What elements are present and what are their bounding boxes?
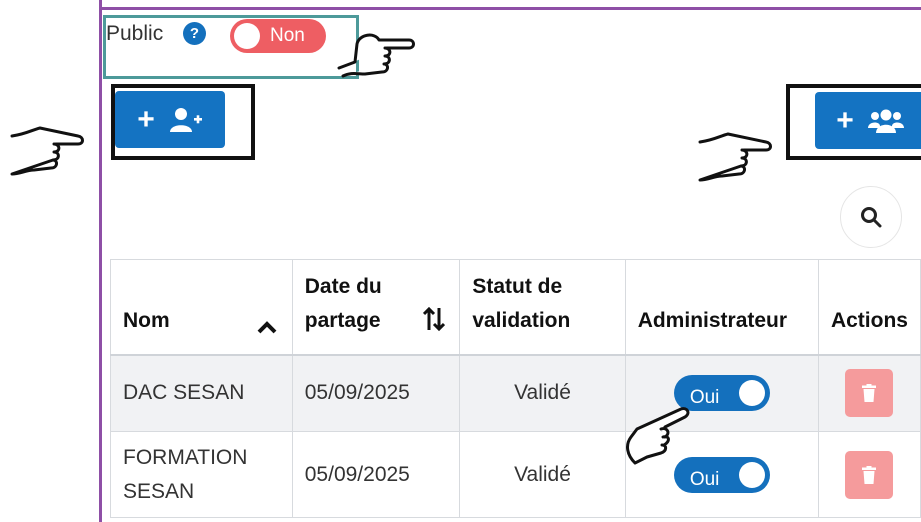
table-row: FORMATION SESAN 05/09/2025 Validé Oui [110,431,921,518]
cell-nom: FORMATION SESAN [110,431,293,518]
cell-date: 05/09/2025 [291,431,461,518]
pointing-hand-icon [626,407,690,465]
sort-up-icon [257,320,277,333]
column-header-actions: Actions [817,259,921,356]
help-icon[interactable]: ? [183,22,206,45]
public-label: Public [106,22,164,45]
cell-actions [817,354,921,432]
add-user-button[interactable]: + [115,91,225,148]
search-icon [861,207,882,228]
column-header-administrateur: Administrateur [624,259,819,356]
public-toggle-text: Non [270,25,305,46]
users-icon [867,109,904,133]
column-header-date[interactable]: Date du partage [291,259,461,356]
trash-icon [862,384,877,403]
search-button[interactable] [840,186,902,248]
user-plus-icon [169,107,202,132]
admin-toggle-text: Oui [689,468,720,490]
cell-nom: DAC SESAN [110,354,293,432]
pointing-hand-icon [10,126,84,176]
cell-actions [817,431,921,518]
cell-statut: Validé [459,431,626,518]
shares-table: Nom Date du partage Statut de validation… [110,259,921,518]
sort-icon [423,306,446,331]
cell-date: 05/09/2025 [291,354,461,432]
column-header-statut: Statut de validation [459,259,626,356]
public-toggle[interactable]: Non [230,19,326,53]
trash-icon [862,465,877,484]
column-header-nom[interactable]: Nom [110,259,293,356]
toggle-knob [234,23,260,49]
delete-button[interactable] [845,450,894,499]
delete-button[interactable] [845,369,894,418]
toggle-knob [738,380,765,407]
cell-statut: Validé [459,354,626,432]
frame-border-top [99,7,921,10]
plus-icon: + [137,102,155,136]
table-row: DAC SESAN 05/09/2025 Validé Oui [110,354,921,432]
frame-border-left [99,0,102,522]
plus-icon: + [836,103,854,137]
add-group-button[interactable]: + [815,92,921,149]
pointing-hand-icon [337,33,415,78]
pointing-hand-icon [698,132,772,182]
toggle-knob [738,461,765,488]
